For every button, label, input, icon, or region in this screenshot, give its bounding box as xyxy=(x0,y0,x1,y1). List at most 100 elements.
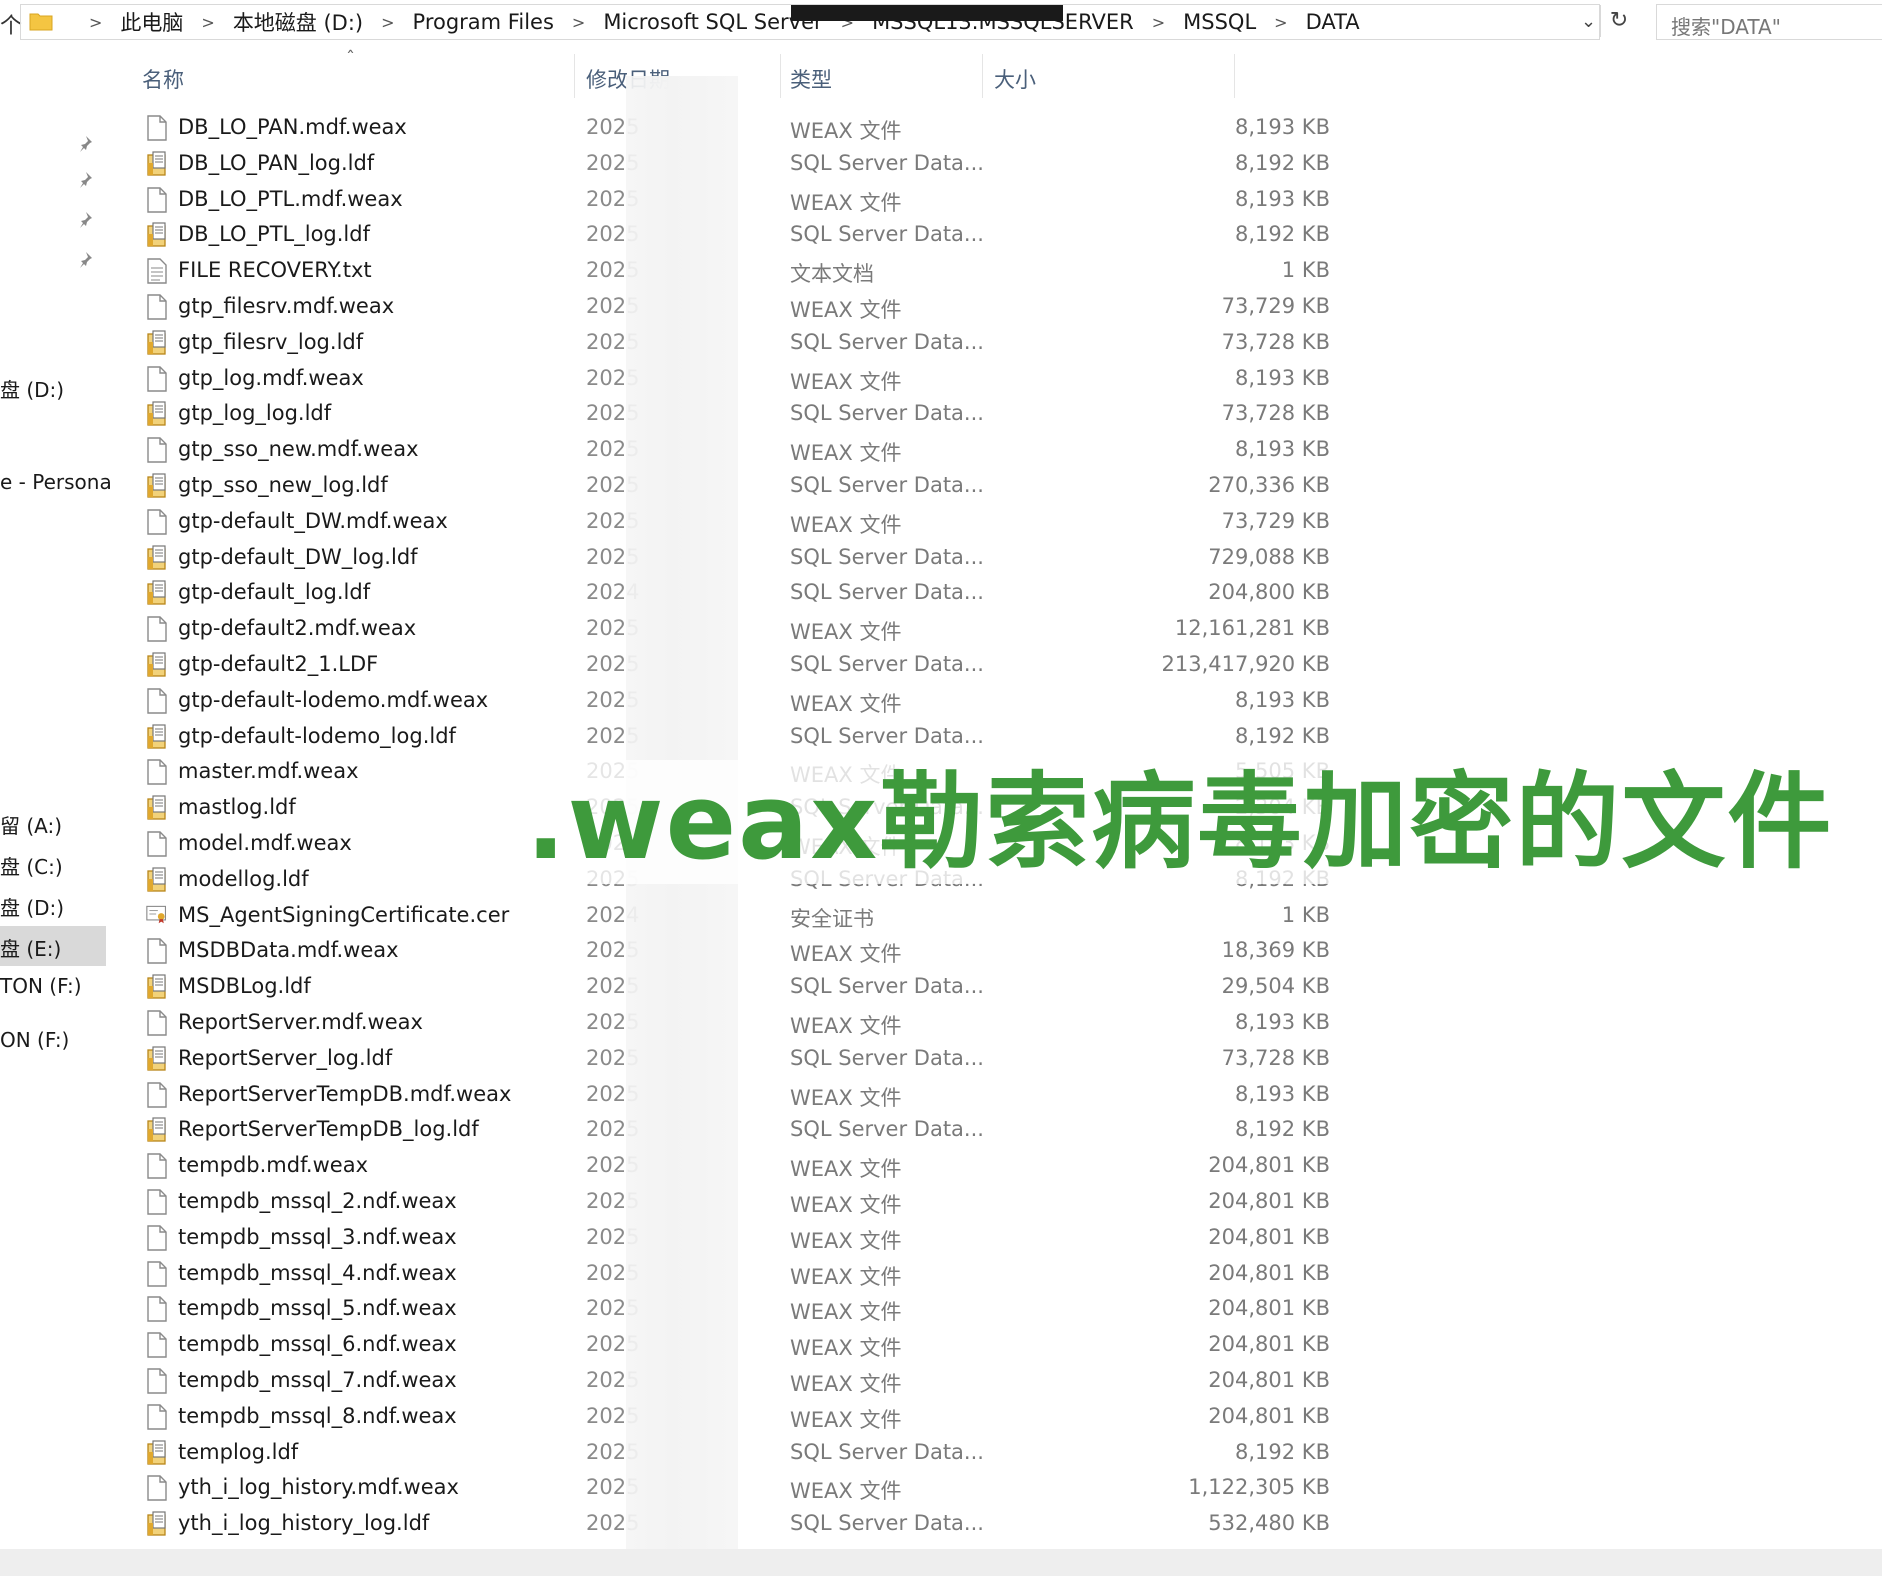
file-type: WEAX 文件 xyxy=(790,1085,902,1110)
file-type: WEAX 文件 xyxy=(790,512,902,537)
sql-data-icon xyxy=(146,867,168,893)
nav-item-drive-a[interactable]: 留 (A:) xyxy=(0,810,62,839)
file-name: gtp_sso_new_log.ldf xyxy=(178,473,388,497)
file-size: 8,192 KB xyxy=(1235,723,1330,748)
breadcrumb[interactable]: > 此电脑 > 本地磁盘 (D:) > Program Files > Micr… xyxy=(20,4,1600,40)
column-header-name[interactable]: 名称 xyxy=(142,64,184,94)
file-name: gtp_log_log.ldf xyxy=(178,401,332,426)
status-bar xyxy=(0,1549,1882,1576)
pin-icon[interactable] xyxy=(80,250,96,270)
sql-data-icon xyxy=(146,151,168,177)
file-size: 8,192 KB xyxy=(1235,1439,1330,1464)
file-size: 8,193 KB xyxy=(1235,687,1330,712)
file-size: 8,192 KB xyxy=(1235,222,1330,247)
file-size: 204,801 KB xyxy=(1208,1224,1330,1249)
chevron-down-icon[interactable]: ⌄ xyxy=(1581,11,1596,32)
sql-data-icon xyxy=(146,330,168,356)
file-icon xyxy=(146,1081,168,1108)
file-name: DB_LO_PAN.mdf.weax xyxy=(178,115,407,139)
column-divider[interactable] xyxy=(780,54,781,98)
up-arrow-icon[interactable]: 个 xyxy=(0,8,22,40)
file-size: 204,800 KB xyxy=(1208,580,1330,605)
file-name: MS_AgentSigningCertificate.cer xyxy=(178,902,510,927)
sql-data-icon xyxy=(146,723,168,750)
file-size: 8,193 KB xyxy=(1235,1010,1330,1034)
file-type: WEAX 文件 xyxy=(790,1372,902,1396)
pin-icon[interactable] xyxy=(80,134,96,154)
sql-data-icon xyxy=(146,795,168,821)
chevron-right-icon[interactable]: > xyxy=(1274,13,1287,32)
crumb-local-disk-d[interactable]: 本地磁盘 (D:) xyxy=(233,7,363,37)
file-name: gtp-default_DW_log.ldf xyxy=(178,544,418,569)
crumb-this-pc[interactable]: 此电脑 xyxy=(120,7,183,37)
address-bar: 个 > 此电脑 > 本地磁盘 (D:) > Program Files > Mi… xyxy=(0,0,1882,44)
nav-item-drive-e[interactable]: 盘 (E:) xyxy=(0,933,61,962)
chevron-right-icon[interactable]: > xyxy=(201,13,214,32)
file-type: SQL Server Data... xyxy=(790,580,984,605)
file-size: 73,728 KB xyxy=(1221,401,1330,426)
column-divider[interactable] xyxy=(574,54,575,98)
file-icon xyxy=(146,1368,168,1394)
file-name: tempdb_mssql_2.ndf.weax xyxy=(178,1189,457,1213)
file-type: SQL Server Data... xyxy=(790,544,984,569)
file-icon xyxy=(146,1010,168,1036)
file-icon xyxy=(146,115,168,141)
text-file-icon xyxy=(146,258,168,284)
crumb-microsoft-sql-server[interactable]: Microsoft SQL Server xyxy=(603,10,822,34)
file-size: 204,801 KB xyxy=(1208,1403,1330,1428)
nav-item-drive-d[interactable]: 盘 (D:) xyxy=(0,374,64,403)
chevron-right-icon[interactable]: > xyxy=(572,13,585,32)
nav-item-drive-f[interactable]: TON (F:) xyxy=(0,974,82,998)
file-name: gtp-default-lodemo.mdf.weax xyxy=(178,687,489,712)
file-type: WEAX 文件 xyxy=(790,1157,902,1182)
pin-icon[interactable] xyxy=(80,210,96,230)
file-size: 29,504 KB xyxy=(1221,974,1330,999)
search-input[interactable]: 搜索"DATA" xyxy=(1656,4,1882,40)
pin-icon[interactable] xyxy=(80,170,96,190)
column-header-type[interactable]: 类型 xyxy=(790,64,832,94)
chevron-right-icon[interactable]: > xyxy=(1152,13,1165,32)
file-type: SQL Server Data... xyxy=(790,1117,984,1142)
crumb-data[interactable]: DATA xyxy=(1306,10,1360,34)
file-type: SQL Server Data... xyxy=(790,974,984,999)
file-icon xyxy=(146,688,168,714)
file-type: SQL Server Data... xyxy=(790,1045,984,1070)
file-name: DB_LO_PTL.mdf.weax xyxy=(178,186,403,211)
file-type: 文本文档 xyxy=(790,262,874,287)
breadcrumb-items: > 此电脑 > 本地磁盘 (D:) > Program Files > Micr… xyxy=(71,5,1360,39)
file-size: 213,417,920 KB xyxy=(1161,652,1330,676)
certificate-icon xyxy=(146,903,168,929)
nav-item-drive-c[interactable]: 盘 (C:) xyxy=(0,851,63,880)
file-name: tempdb_mssql_8.ndf.weax xyxy=(178,1403,457,1428)
chevron-right-icon[interactable]: > xyxy=(381,13,394,32)
column-header-size[interactable]: 大小 xyxy=(994,64,1036,94)
file-size: 204,801 KB xyxy=(1208,1153,1330,1178)
sql-data-icon xyxy=(146,1511,168,1537)
file-name: ReportServer.mdf.weax xyxy=(178,1010,423,1034)
file-size: 18,369 KB xyxy=(1221,938,1330,963)
nav-item-onedrive-personal[interactable]: e - Persona xyxy=(0,470,112,494)
chevron-right-icon[interactable]: > xyxy=(89,13,102,32)
file-type: WEAX 文件 xyxy=(790,298,902,322)
file-icon xyxy=(146,294,168,320)
file-size: 73,729 KB xyxy=(1221,294,1330,318)
file-type: SQL Server Data... xyxy=(790,222,984,247)
file-type: SQL Server Data... xyxy=(790,1511,984,1536)
file-type: SQL Server Data... xyxy=(790,723,984,748)
file-name: tempdb_mssql_6.ndf.weax xyxy=(178,1332,457,1357)
refresh-button[interactable]: ↻ xyxy=(1600,5,1637,37)
nav-item-drive-d-selected[interactable]: 盘 (D:) xyxy=(0,892,64,921)
column-divider[interactable] xyxy=(1234,54,1235,98)
file-type: WEAX 文件 xyxy=(790,119,902,143)
column-divider[interactable] xyxy=(982,54,983,98)
file-name: gtp-default2_1.LDF xyxy=(178,652,379,676)
file-name: yth_i_log_history.mdf.weax xyxy=(178,1475,459,1500)
file-icon xyxy=(146,831,168,857)
file-name: DB_LO_PAN_log.ldf xyxy=(178,150,375,175)
file-size: 1,122,305 KB xyxy=(1188,1475,1330,1500)
crumb-mssql[interactable]: MSSQL xyxy=(1183,10,1256,34)
nav-item-drive-f-2[interactable]: ON (F:) xyxy=(0,1028,69,1052)
crumb-program-files[interactable]: Program Files xyxy=(413,10,554,34)
file-name: FILE RECOVERY.txt xyxy=(178,258,372,283)
file-type: WEAX 文件 xyxy=(790,620,902,645)
